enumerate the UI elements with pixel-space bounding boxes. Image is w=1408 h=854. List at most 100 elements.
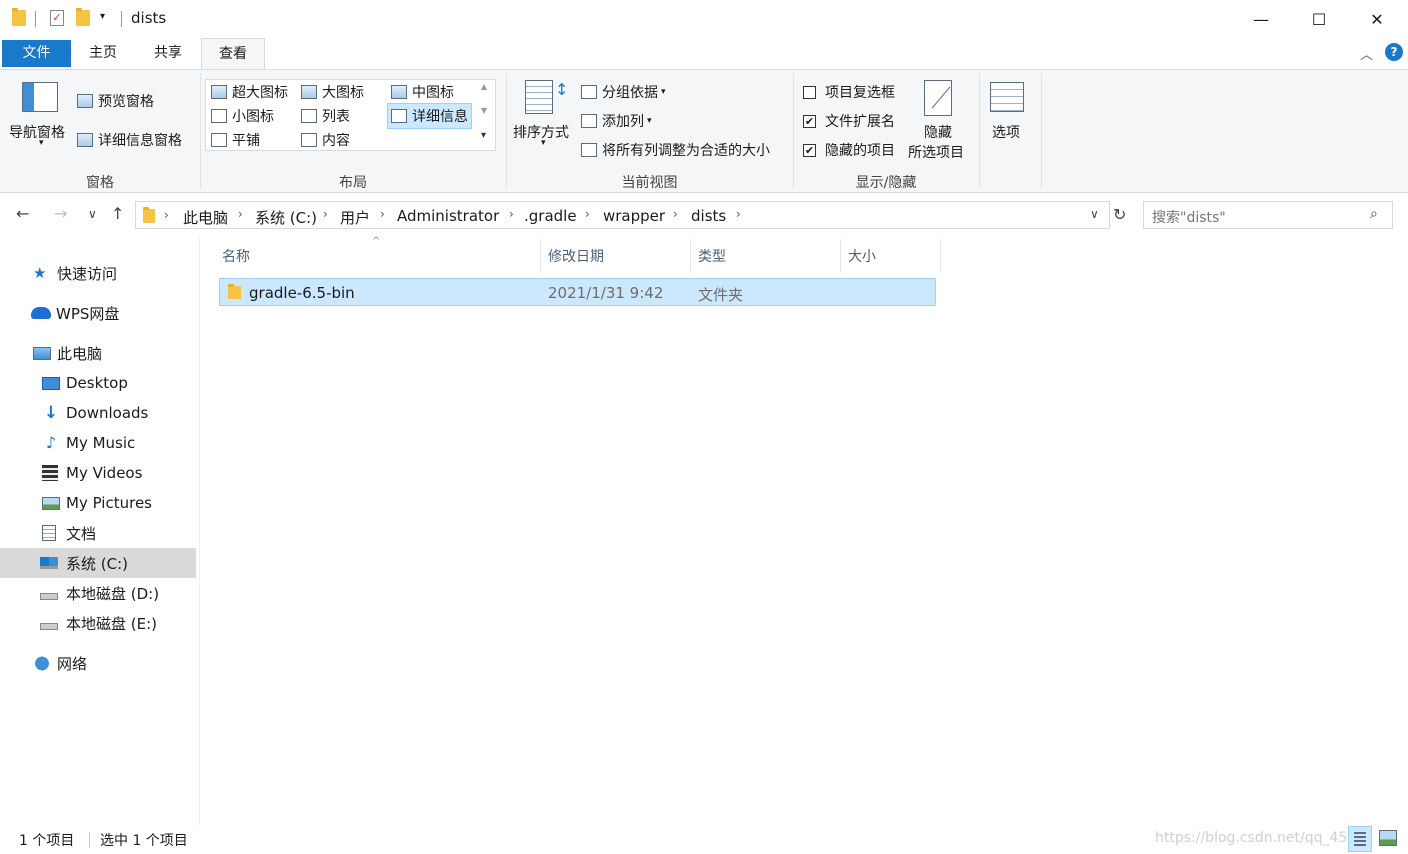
scroll-down-icon[interactable]: ▼ [481,106,487,115]
layout-extra-large-label: 超大图标 [232,85,288,101]
divider [979,73,980,189]
chevron-right-icon[interactable]: › [585,207,590,221]
nav-item-drive-c[interactable]: 系统 (C:) [0,548,196,578]
breadcrumb-administrator[interactable]: Administrator [397,207,499,225]
group-by-button[interactable]: 分组依据 ▾ [581,82,666,102]
file-name[interactable]: gradle-6.5-bin [249,284,355,302]
properties-icon[interactable]: ✓ [50,10,64,26]
expand-gallery-icon[interactable]: ▾ [481,130,486,141]
forward-arrow-icon[interactable]: → [54,204,67,223]
hide-selected-label-line1: 隐藏 [924,125,952,141]
tab-file[interactable]: 文件 [2,40,71,67]
column-header-size[interactable]: 大小 [848,246,876,266]
search-input[interactable]: 搜索"dists" ⌕ [1143,201,1393,229]
refresh-icon[interactable]: ↻ [1113,205,1126,224]
breadcrumb-dists[interactable]: dists [691,207,726,225]
chevron-right-icon[interactable]: › [736,207,741,221]
nav-item-pictures[interactable]: My Pictures [0,488,196,518]
column-header-modified[interactable]: 修改日期 [548,246,604,266]
divider[interactable] [540,239,541,273]
nav-item-network[interactable]: 网络 [0,648,196,678]
up-arrow-icon[interactable]: ↑ [111,204,124,223]
chevron-right-icon[interactable]: › [164,208,169,222]
nav-item-music[interactable]: ♪ My Music [0,428,196,458]
column-header-name[interactable]: 名称 [222,246,250,266]
medium-icons-icon [391,85,407,99]
address-bar[interactable]: › 此电脑 › 系统 (C:) › 用户 › Administrator › .… [135,201,1110,229]
options-button[interactable]: 选项 [987,78,1029,141]
breadcrumb-wrapper[interactable]: wrapper [603,207,665,225]
chevron-right-icon[interactable]: › [509,207,514,221]
details-view-button[interactable] [1348,826,1372,852]
column-header-type[interactable]: 类型 [698,246,726,266]
content-icon [301,133,317,147]
tab-share[interactable]: 共享 [140,38,196,69]
scroll-up-icon[interactable]: ▲ [481,82,487,91]
chevron-right-icon[interactable]: › [323,207,328,221]
hide-selected-button[interactable]: 隐藏 所选项目 [906,78,974,166]
selected-count: 选中 1 个项目 [100,833,188,849]
nav-item-videos[interactable]: My Videos [0,458,196,488]
layout-medium[interactable]: 中图标 [391,82,454,102]
nav-item-desktop[interactable]: Desktop [0,368,196,398]
collapse-ribbon-icon[interactable]: ︿ [1360,44,1373,63]
breadcrumb-gradle[interactable]: .gradle [524,207,577,225]
breadcrumb-users[interactable]: 用户 [340,207,370,228]
back-arrow-icon[interactable]: ← [16,204,29,223]
hidden-items-toggle[interactable]: ✔ 隐藏的项目 [803,140,895,160]
nav-pane-icon [22,82,58,112]
nav-pane-button[interactable]: 导航窗格 ▾ [9,78,71,148]
layout-details[interactable]: 详细信息 [387,103,472,129]
layout-tiles[interactable]: 平铺 [211,130,260,150]
ribbon-tabs: 文件 主页 共享 查看 ︿ ? [0,38,1408,70]
layout-extra-large[interactable]: 超大图标 [211,82,288,102]
nav-item-documents[interactable]: 文档 [0,518,196,548]
chevron-right-icon[interactable]: › [673,207,678,221]
nav-item-label: 系统 (C:) [66,554,128,573]
nav-item-wps[interactable]: WPS网盘 [0,298,196,328]
layout-large[interactable]: 大图标 [301,82,364,102]
nav-item-label: 此电脑 [57,344,103,363]
item-count: 1 个项目 [19,833,75,849]
minimize-button[interactable]: — [1232,0,1290,38]
chevron-right-icon[interactable]: › [380,207,385,221]
chevron-down-icon[interactable]: ▾ [100,11,105,22]
nav-item-this-pc[interactable]: 此电脑 [0,338,196,368]
chevron-right-icon[interactable]: › [238,207,243,221]
divider[interactable] [690,239,691,273]
layout-content[interactable]: 内容 [301,130,350,150]
size-columns-button[interactable]: 将所有列调整为合适的大小 [581,140,770,160]
nav-item-downloads[interactable]: ↓ Downloads [0,398,196,428]
breadcrumb-drive-c[interactable]: 系统 (C:) [255,207,317,228]
new-folder-icon[interactable] [76,8,90,26]
search-icon[interactable]: ⌕ [1370,206,1378,222]
nav-item-drive-d[interactable]: 本地磁盘 (D:) [0,578,196,608]
add-columns-button[interactable]: 添加列 ▾ [581,111,652,131]
divider[interactable] [940,239,941,273]
sort-by-button[interactable]: ↕ 排序方式 ▾ [513,78,577,158]
windows-drive-icon [40,557,58,569]
file-extensions-toggle[interactable]: ✔ 文件扩展名 [803,111,895,131]
preview-pane-button[interactable]: 预览窗格 [77,91,154,111]
recent-locations-chevron-icon[interactable]: ∨ [88,207,97,221]
maximize-button[interactable]: ☐ [1290,0,1348,38]
item-checkboxes-toggle[interactable]: 项目复选框 [803,82,895,102]
title-bar: ✓ ▾ dists — ☐ ✕ [0,0,1408,38]
layout-list[interactable]: 列表 [301,106,350,126]
tab-view[interactable]: 查看 [201,38,265,70]
divider[interactable] [840,239,841,273]
nav-item-drive-e[interactable]: 本地磁盘 (E:) [0,608,196,638]
checkbox-checked-icon: ✔ [803,143,816,157]
breadcrumb-this-pc[interactable]: 此电脑 [183,207,228,228]
table-row[interactable]: gradle-6.5-bin 2021/1/31 9:42 文件夹 [219,278,936,306]
close-button[interactable]: ✕ [1348,0,1406,38]
large-icons-icon [301,85,317,99]
details-pane-button[interactable]: 详细信息窗格 [77,130,182,150]
help-icon[interactable]: ? [1385,43,1403,61]
nav-item-quick-access[interactable]: ★ 快速访问 [0,258,196,288]
layout-small[interactable]: 小图标 [211,106,274,126]
address-history-chevron-icon[interactable]: ∨ [1090,207,1099,221]
large-icons-view-icon[interactable] [1379,830,1397,846]
tab-home[interactable]: 主页 [76,38,130,69]
ribbon: 导航窗格 ▾ 预览窗格 详细信息窗格 窗格 超大图标 大图标 中图标 小图标 列… [0,69,1408,193]
